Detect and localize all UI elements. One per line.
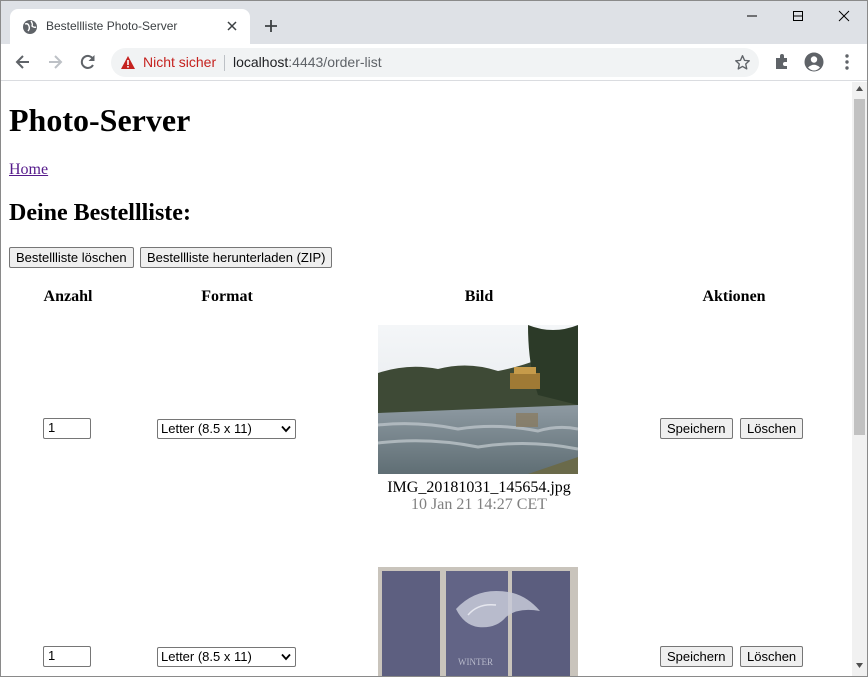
close-window-icon: [838, 10, 850, 22]
scrollbar-thumb[interactable]: [854, 99, 865, 435]
download-zip-button[interactable]: Bestellliste herunterladen (ZIP): [140, 247, 333, 268]
maximize-icon: [793, 11, 803, 21]
scroll-down-arrow-icon[interactable]: [856, 663, 863, 668]
url-host: localhost: [233, 54, 289, 70]
tab-strip: Bestellliste Photo-Server: [1, 1, 867, 44]
format-selected-value: Letter (8.5 x 11): [161, 421, 252, 436]
order-list-heading: Deine Bestellliste:: [9, 200, 191, 226]
home-link[interactable]: Home: [9, 161, 48, 179]
format-selected-value: Letter (8.5 x 11): [161, 649, 252, 664]
clear-order-list-button[interactable]: Bestellliste löschen: [9, 247, 134, 268]
scroll-up-arrow-icon[interactable]: [856, 86, 863, 91]
vertical-scrollbar[interactable]: [852, 82, 867, 676]
page-viewport: Photo-Server Home Deine Bestellliste: Be…: [1, 82, 852, 676]
photo-date: 10 Jan 21 14:27 CET: [411, 496, 547, 513]
delete-button[interactable]: Löschen: [740, 646, 804, 667]
close-window-button[interactable]: [821, 1, 867, 31]
security-status[interactable]: Nicht sicher: [143, 54, 216, 70]
save-button[interactable]: Speichern: [660, 418, 733, 439]
minimize-window-icon: [747, 15, 757, 17]
column-header-image: Bild: [464, 288, 494, 305]
url-path: :4443/order-list: [288, 54, 382, 70]
quantity-input[interactable]: 1: [43, 646, 91, 667]
maximize-button[interactable]: [775, 1, 821, 31]
quantity-input[interactable]: 1: [43, 418, 91, 439]
omnibox-divider: [224, 55, 225, 71]
poster-lettering: WINTER: [458, 657, 493, 667]
new-tab-icon[interactable]: [263, 18, 279, 34]
chevron-down-icon: [281, 425, 291, 433]
browser-tab[interactable]: Bestellliste Photo-Server: [10, 9, 250, 44]
warning-icon: [121, 56, 135, 69]
column-header-format: Format: [201, 288, 253, 305]
save-button[interactable]: Speichern: [660, 646, 733, 667]
url-text[interactable]: localhost:4443/order-list: [233, 54, 382, 70]
back-icon[interactable]: [13, 52, 33, 72]
photo-thumbnail-temple: [378, 325, 578, 474]
forward-icon[interactable]: [45, 52, 65, 72]
close-tab-icon[interactable]: [224, 18, 240, 34]
globe-icon: [23, 20, 37, 34]
minimize-window-button[interactable]: [729, 1, 775, 31]
chevron-down-icon: [281, 653, 291, 661]
bookmark-star-icon[interactable]: [734, 54, 751, 71]
reload-icon[interactable]: [78, 52, 98, 72]
address-bar[interactable]: Nicht sicher localhost:4443/order-list: [111, 48, 759, 77]
menu-kebab-icon[interactable]: [837, 52, 857, 72]
delete-button[interactable]: Löschen: [740, 418, 804, 439]
photo-thumbnail-poster: WINTER: [378, 567, 578, 676]
format-select[interactable]: Letter (8.5 x 11): [157, 419, 296, 439]
photo-filename: IMG_20181031_145654.jpg: [387, 479, 571, 496]
page-title: Photo-Server: [9, 102, 191, 138]
browser-toolbar: Nicht sicher localhost:4443/order-list: [1, 44, 867, 81]
format-select[interactable]: Letter (8.5 x 11): [157, 647, 296, 667]
tab-title: Bestellliste Photo-Server: [46, 19, 178, 33]
extensions-icon[interactable]: [772, 52, 792, 72]
column-header-quantity: Anzahl: [43, 288, 93, 305]
column-header-actions: Aktionen: [702, 288, 766, 305]
profile-icon[interactable]: [804, 52, 824, 72]
browser-window: Bestellliste Photo-Server Nicht sicher l…: [0, 0, 868, 677]
